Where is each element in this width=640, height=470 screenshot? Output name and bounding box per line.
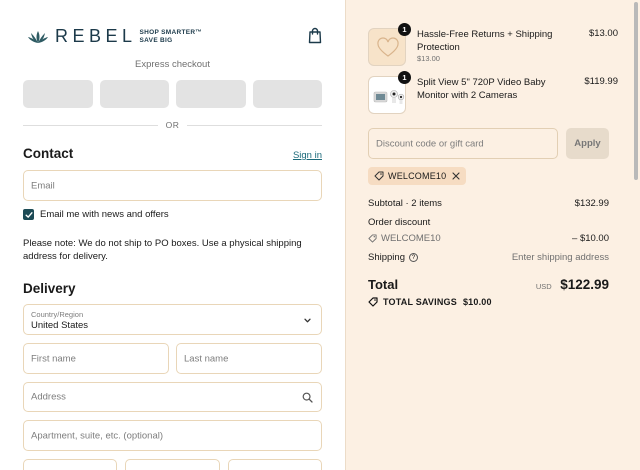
shopping-bag-icon[interactable] [307,27,323,44]
shipping-value: Enter shipping address [511,252,609,263]
apply-button[interactable]: Apply [566,128,609,159]
express-checkout-label: Express checkout [135,59,210,70]
delivery-heading: Delivery [23,281,76,296]
subtotal-value: $132.99 [574,198,609,209]
close-icon[interactable] [452,172,460,180]
brand-name: REBEL [55,26,137,46]
discount-code-input[interactable]: Discount code or gift card [368,128,558,159]
email-field[interactable]: Email [23,170,322,201]
apartment-placeholder: Apartment, suite, etc. (optional) [31,430,164,441]
currency-label: USD [535,282,552,291]
checkmark-icon [25,211,33,218]
shipping-label: Shipping [368,252,405,263]
total-savings: TOTAL SAVINGS $10.00 [368,297,492,307]
product-price: $119.99 [584,76,618,87]
express-pay-button-3[interactable] [176,80,246,108]
newsletter-option[interactable]: Email me with news and offers [23,209,169,220]
tag-icon [368,234,377,243]
express-pay-button-4[interactable] [252,80,322,108]
or-divider: OR [23,119,322,131]
newsletter-label: Email me with news and offers [40,209,169,220]
order-summary-panel: 1 Hassle-Free Returns + Shipping Protect… [345,0,640,470]
quantity-badge: 1 [398,23,411,36]
brand-tagline: SHOP SMARTER™ SAVE BIG [139,29,203,44]
savings-value: $10.00 [462,297,492,307]
order-discount-row: Order discount [368,217,609,228]
product-subprice: $13.00 [417,54,440,63]
tag-icon [374,171,384,181]
subtotal-row: Subtotal · 2 items $132.99 [368,198,609,209]
country-select[interactable]: Country/Region United States [23,304,322,335]
brand-logo[interactable]: REBEL SHOP SMARTER™ SAVE BIG [27,26,202,47]
divider-line [187,124,322,126]
last-name-placeholder: Last name [184,353,229,364]
country-value: United States [31,320,89,331]
address-field[interactable]: Address [23,382,322,412]
product-price: $13.00 [588,28,618,39]
lotus-icon [28,30,48,43]
state-field[interactable] [125,459,220,470]
chevron-down-icon [304,318,311,323]
tag-icon [368,297,378,307]
product-name: Hassle-Free Returns + Shipping Protectio… [417,29,553,53]
help-icon[interactable]: ? [408,253,418,262]
discount-placeholder: Discount code or gift card [376,138,484,149]
order-discount-label: Order discount [368,217,431,228]
first-name-placeholder: First name [31,353,76,364]
po-box-note: Please note: We do not ship to PO boxes.… [23,238,302,262]
zip-field[interactable] [228,459,322,470]
shipping-row: Shipping ? Enter shipping address [368,252,609,263]
applied-discount-chip: WELCOME10 [368,167,467,185]
express-pay-button-2[interactable] [99,80,169,108]
savings-label: TOTAL SAVINGS [383,297,457,307]
newsletter-checkbox[interactable] [23,209,34,220]
last-name-field[interactable]: Last name [176,343,322,374]
search-icon [302,392,313,403]
city-field[interactable] [23,459,117,470]
divider-line [23,124,158,126]
total-value: $122.99 [560,277,609,292]
applied-code-label: WELCOME10 [388,171,447,181]
discount-value: – $10.00 [572,233,609,244]
scrollbar-thumb[interactable] [634,2,638,180]
subtotal-label: Subtotal · 2 items [368,198,442,209]
product-name: Split View 5" 720P Video Baby Monitor wi… [417,77,546,101]
quantity-badge: 1 [398,71,411,84]
email-placeholder: Email [31,180,55,191]
first-name-field[interactable]: First name [23,343,169,374]
total-amount: USD $122.99 [368,276,609,294]
scrollbar[interactable] [632,0,640,470]
sign-in-link[interactable]: Sign in [293,150,322,161]
or-label: OR [165,120,180,130]
checkout-form-panel: REBEL SHOP SMARTER™ SAVE BIG Express che… [0,0,345,470]
discount-code-label: WELCOME10 [381,233,441,244]
country-label: Country/Region [31,310,84,319]
apartment-field[interactable]: Apartment, suite, etc. (optional) [23,420,322,451]
express-pay-button-1[interactable] [23,80,93,108]
express-payment-buttons [23,80,322,108]
discount-code-row: WELCOME10 – $10.00 [368,233,609,244]
address-placeholder: Address [31,391,66,403]
contact-heading: Contact [23,146,74,161]
